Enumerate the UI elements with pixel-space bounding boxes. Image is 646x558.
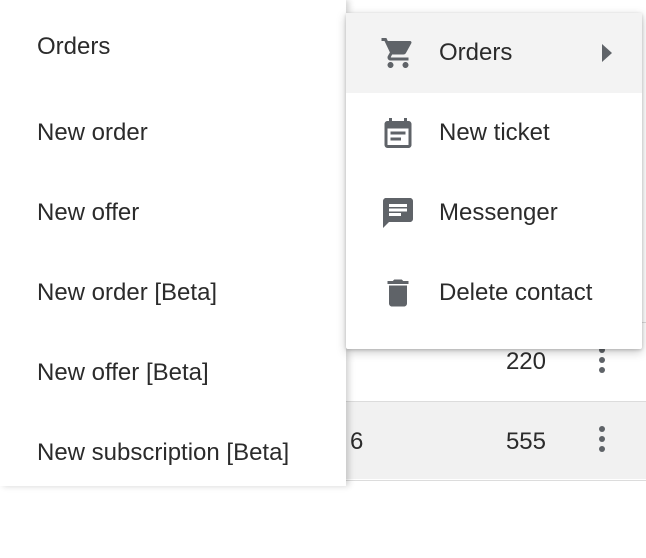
menu-item-label: Orders [439,39,513,66]
submenu-item-new-offer-beta[interactable]: New offer [Beta] [0,333,346,413]
more-vert-icon[interactable] [592,347,612,377]
table-cell-value: 220 [505,348,546,375]
message-icon [380,195,416,231]
table-cell: 6 [350,428,364,455]
menu-item-label: Messenger [439,199,558,226]
menu-item-messenger[interactable]: Messenger [346,173,642,253]
submenu-item-new-offer[interactable]: New offer [0,173,346,253]
menu-item-label: Delete contact [439,279,593,306]
menu-item-new-ticket[interactable]: New ticket [346,93,642,173]
submenu-item-orders[interactable]: Orders [0,0,346,93]
menu-item-orders[interactable]: Orders [346,13,642,93]
menu-item-label: New ticket [439,119,550,146]
calendar-icon [380,115,416,151]
table-cell-value: 555 [505,428,546,455]
context-menu: Orders New ticket Messenger Delete conta… [346,13,642,349]
cart-icon [380,35,416,71]
orders-submenu: Orders New order New offer New order [Be… [0,0,346,486]
arrow-right-icon [602,44,612,62]
submenu-item-new-order-beta[interactable]: New order [Beta] [0,253,346,333]
submenu-item-new-order[interactable]: New order [0,93,346,173]
more-vert-icon[interactable] [592,426,612,456]
submenu-item-new-subscription-beta[interactable]: New subscription [Beta] [0,413,346,493]
menu-item-delete-contact[interactable]: Delete contact [346,253,642,333]
trash-icon [380,275,416,311]
